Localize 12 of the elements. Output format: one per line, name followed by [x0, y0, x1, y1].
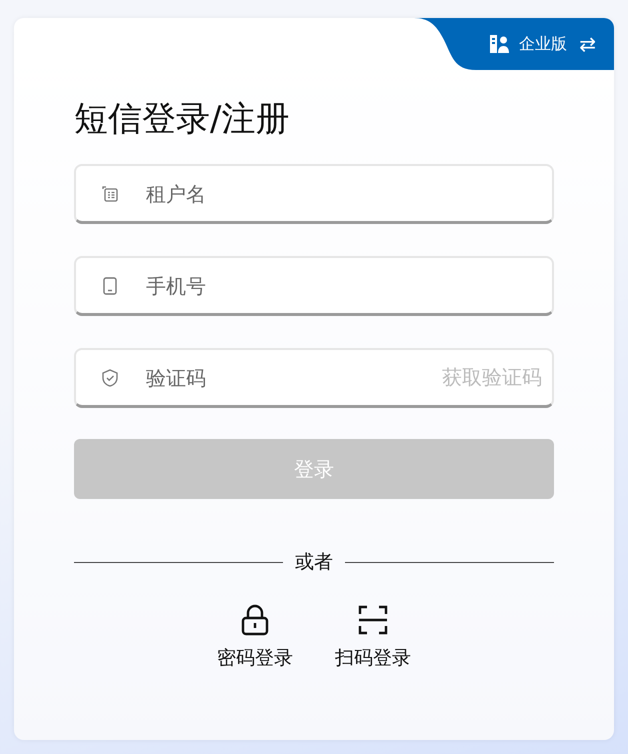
tenant-input[interactable]: 租户名 — [144, 180, 542, 206]
password-login-button[interactable]: 密码登录 — [217, 603, 293, 671]
phone-input[interactable]: 手机号 — [144, 272, 542, 298]
code-input[interactable]: 验证码 — [144, 364, 418, 390]
page-title: 短信登录/注册 — [74, 98, 290, 141]
divider-label: 或者 — [295, 550, 333, 575]
scan-icon — [356, 603, 390, 637]
tenant-field[interactable]: 租户名 — [74, 164, 554, 224]
phone-field[interactable]: 手机号 — [74, 256, 554, 316]
shield-check-icon — [100, 368, 120, 388]
scan-login-button[interactable]: 扫码登录 — [335, 603, 411, 671]
person-card-icon — [489, 34, 512, 54]
